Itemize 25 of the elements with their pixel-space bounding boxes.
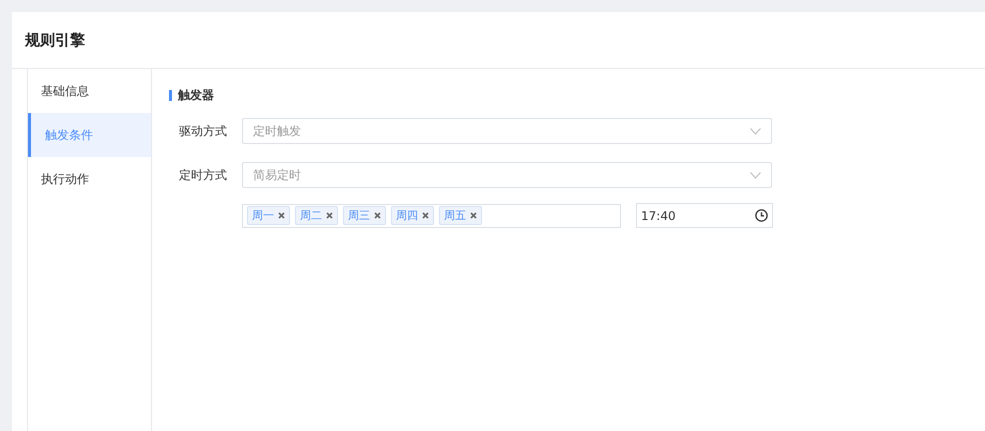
chevron-down-icon [750,128,761,134]
clock-icon [755,209,768,222]
close-icon[interactable] [470,212,477,219]
page-title: 规则引擎 [25,30,85,50]
select-field[interactable]: 定时触发 [242,118,772,144]
field-label: 定时方式 [178,166,228,184]
sidebar-item[interactable]: 执行动作 [28,157,151,201]
section-title: 触发器 [178,87,214,104]
day-tag: 周三 [343,206,386,225]
close-icon[interactable] [422,212,429,219]
sidebar-item[interactable]: 触发条件 [28,113,151,157]
close-icon[interactable] [278,212,285,219]
close-icon[interactable] [374,212,381,219]
sidebar-item[interactable]: 基础信息 [28,69,151,113]
day-select-field[interactable]: 周一 周二 周三 周四 周五 [242,204,621,228]
field-label: 驱动方式 [178,122,228,140]
day-tag: 周二 [295,206,338,225]
day-tag: 周五 [439,206,482,225]
close-icon[interactable] [326,212,333,219]
chevron-down-icon [750,172,761,178]
section-marker [169,90,172,101]
day-tag: 周四 [391,206,434,225]
select-field[interactable]: 简易定时 [242,162,772,188]
time-field[interactable]: 17:40 [636,203,773,228]
day-tag: 周一 [247,206,290,225]
